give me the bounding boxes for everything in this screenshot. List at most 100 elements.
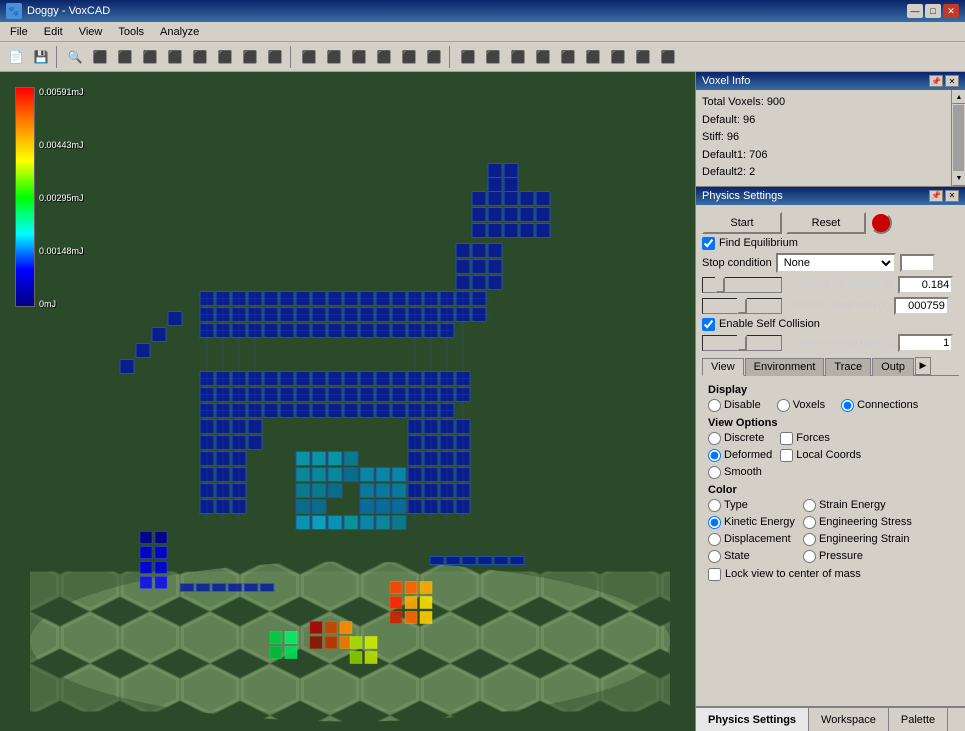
color-state-radio[interactable] — [708, 550, 721, 563]
bottom-tab-workspace[interactable]: Workspace — [809, 708, 889, 731]
stop-condition-select[interactable]: None Time step Energy — [776, 253, 896, 273]
stop-condition-value[interactable] — [900, 254, 935, 272]
voxel-default: Default: 96 — [702, 112, 933, 130]
toolbar-btn-13[interactable]: ⬛ — [347, 45, 371, 69]
forces-checkbox[interactable] — [780, 432, 793, 445]
toolbar-btn-8[interactable]: ⬛ — [213, 45, 237, 69]
toolbar-btn-12[interactable]: ⬛ — [322, 45, 346, 69]
tab-view[interactable]: View — [702, 358, 744, 376]
toolbar-btn-9[interactable]: ⬛ — [238, 45, 262, 69]
lock-view-label: Lock view to center of mass — [725, 568, 861, 580]
physics-pin[interactable]: 📌 — [929, 190, 943, 202]
toolbar-btn-7[interactable]: ⬛ — [188, 45, 212, 69]
tab-scroll-arrow[interactable]: ▶ — [915, 357, 931, 375]
color-kinetic-radio[interactable] — [708, 516, 721, 529]
view-smooth-label: Smooth — [724, 466, 762, 478]
voxel-default1: Default1: 706 — [702, 147, 933, 165]
toolbar-btn-20[interactable]: ⬛ — [531, 45, 555, 69]
toolbar-btn-17[interactable]: ⬛ — [456, 45, 480, 69]
display-connections-label: Connections — [857, 399, 918, 411]
ground-damp-slider[interactable] — [702, 298, 782, 314]
color-right: Strain Energy Engineering Stress Enginee… — [803, 498, 912, 564]
view-smooth-radio[interactable] — [708, 466, 721, 479]
toolbar-btn-25[interactable]: ⬛ — [656, 45, 680, 69]
find-equilibrium-checkbox[interactable] — [702, 237, 715, 250]
start-button[interactable]: Start — [702, 212, 782, 234]
menu-edit[interactable]: Edit — [36, 24, 71, 40]
toolbar-btn-10[interactable]: ⬛ — [263, 45, 287, 69]
title-bar: 🐾 Doggy - VoxCAD — □ ✕ — [0, 0, 965, 22]
toolbar-btn-19[interactable]: ⬛ — [506, 45, 530, 69]
toolbar-btn-21[interactable]: ⬛ — [556, 45, 580, 69]
display-connections-radio[interactable] — [841, 399, 854, 412]
toolbar-new[interactable]: 📄 — [4, 45, 28, 69]
close-button[interactable]: ✕ — [943, 4, 959, 18]
menu-view[interactable]: View — [71, 24, 111, 40]
find-equilibrium-label: Find Equilibrium — [719, 237, 798, 249]
physics-title: Physics Settings — [702, 190, 783, 202]
voxel-info-close[interactable]: ✕ — [945, 75, 959, 87]
toolbar-btn-23[interactable]: ⬛ — [606, 45, 630, 69]
lock-view-checkbox[interactable] — [708, 568, 721, 581]
toolbar-btn-16[interactable]: ⬛ — [422, 45, 446, 69]
dog-visualization — [0, 72, 695, 731]
voxel-info-pin[interactable]: 📌 — [929, 75, 943, 87]
menu-tools[interactable]: Tools — [110, 24, 152, 40]
minimize-button[interactable]: — — [907, 4, 923, 18]
title-bar-controls: — □ ✕ — [907, 4, 959, 18]
voxel-stiff: Stiff: 96 — [702, 129, 933, 147]
maximize-button[interactable]: □ — [925, 4, 941, 18]
physics-close[interactable]: ✕ — [945, 190, 959, 202]
color-eng-stress-radio[interactable] — [803, 516, 816, 529]
color-strain-radio[interactable] — [803, 499, 816, 512]
menu-file[interactable]: File — [2, 24, 36, 40]
menu-analyze[interactable]: Analyze — [152, 24, 207, 40]
collision-damp-input[interactable] — [898, 334, 953, 352]
tab-output[interactable]: Outp — [872, 358, 914, 376]
scroll-up-btn[interactable]: ▲ — [952, 90, 965, 104]
bottom-tab-physics[interactable]: Physics Settings — [696, 708, 809, 731]
voxel-info-controls: 📌 ✕ — [929, 75, 959, 87]
color-type-group: Type — [708, 499, 795, 512]
toolbar-save[interactable]: 💾 — [29, 45, 53, 69]
display-disable-radio[interactable] — [708, 399, 721, 412]
timestep-row: timestep (% optimal dt) — [702, 276, 959, 294]
view-options-container: Discrete Deformed Smooth — [708, 431, 953, 480]
view-deformed-radio[interactable] — [708, 449, 721, 462]
color-pressure-radio[interactable] — [803, 550, 816, 563]
toolbar-btn-14[interactable]: ⬛ — [372, 45, 396, 69]
record-button[interactable] — [870, 212, 892, 234]
color-strain-group: Strain Energy — [803, 499, 912, 512]
voxel-scrollbar[interactable]: ▲ ▼ — [951, 90, 965, 186]
tab-trace[interactable]: Trace — [825, 358, 871, 376]
timestep-input[interactable] — [898, 276, 953, 294]
toolbar-btn-18[interactable]: ⬛ — [481, 45, 505, 69]
toolbar-btn-5[interactable]: ⬛ — [138, 45, 162, 69]
viewport-3d[interactable]: 0.00591mJ 0.00443mJ 0.00295mJ 0.00148mJ … — [0, 72, 695, 731]
toolbar-zoom[interactable]: 🔍 — [63, 45, 87, 69]
color-type-label: Type — [724, 499, 748, 511]
toolbar-btn-24[interactable]: ⬛ — [631, 45, 655, 69]
ground-damp-input[interactable] — [894, 297, 949, 315]
collision-damp-slider[interactable] — [702, 335, 782, 351]
timestep-slider[interactable] — [702, 277, 782, 293]
toolbar-btn-22[interactable]: ⬛ — [581, 45, 605, 69]
local-coords-checkbox[interactable] — [780, 449, 793, 462]
bottom-tab-palette[interactable]: Palette — [889, 708, 948, 731]
reset-button[interactable]: Reset — [786, 212, 866, 234]
toolbar-btn-3[interactable]: ⬛ — [88, 45, 112, 69]
toolbar-btn-11[interactable]: ⬛ — [297, 45, 321, 69]
forces-group: Forces — [780, 432, 861, 445]
bottom-tabs: Physics Settings Workspace Palette — [696, 707, 965, 731]
view-discrete-radio[interactable] — [708, 432, 721, 445]
toolbar-btn-4[interactable]: ⬛ — [113, 45, 137, 69]
display-voxels-radio[interactable] — [777, 399, 790, 412]
scroll-down-btn[interactable]: ▼ — [952, 172, 965, 186]
tab-environment[interactable]: Environment — [745, 358, 825, 376]
color-type-radio[interactable] — [708, 499, 721, 512]
color-eng-strain-radio[interactable] — [803, 533, 816, 546]
self-collision-checkbox[interactable] — [702, 318, 715, 331]
toolbar-btn-15[interactable]: ⬛ — [397, 45, 421, 69]
color-displacement-radio[interactable] — [708, 533, 721, 546]
toolbar-btn-6[interactable]: ⬛ — [163, 45, 187, 69]
